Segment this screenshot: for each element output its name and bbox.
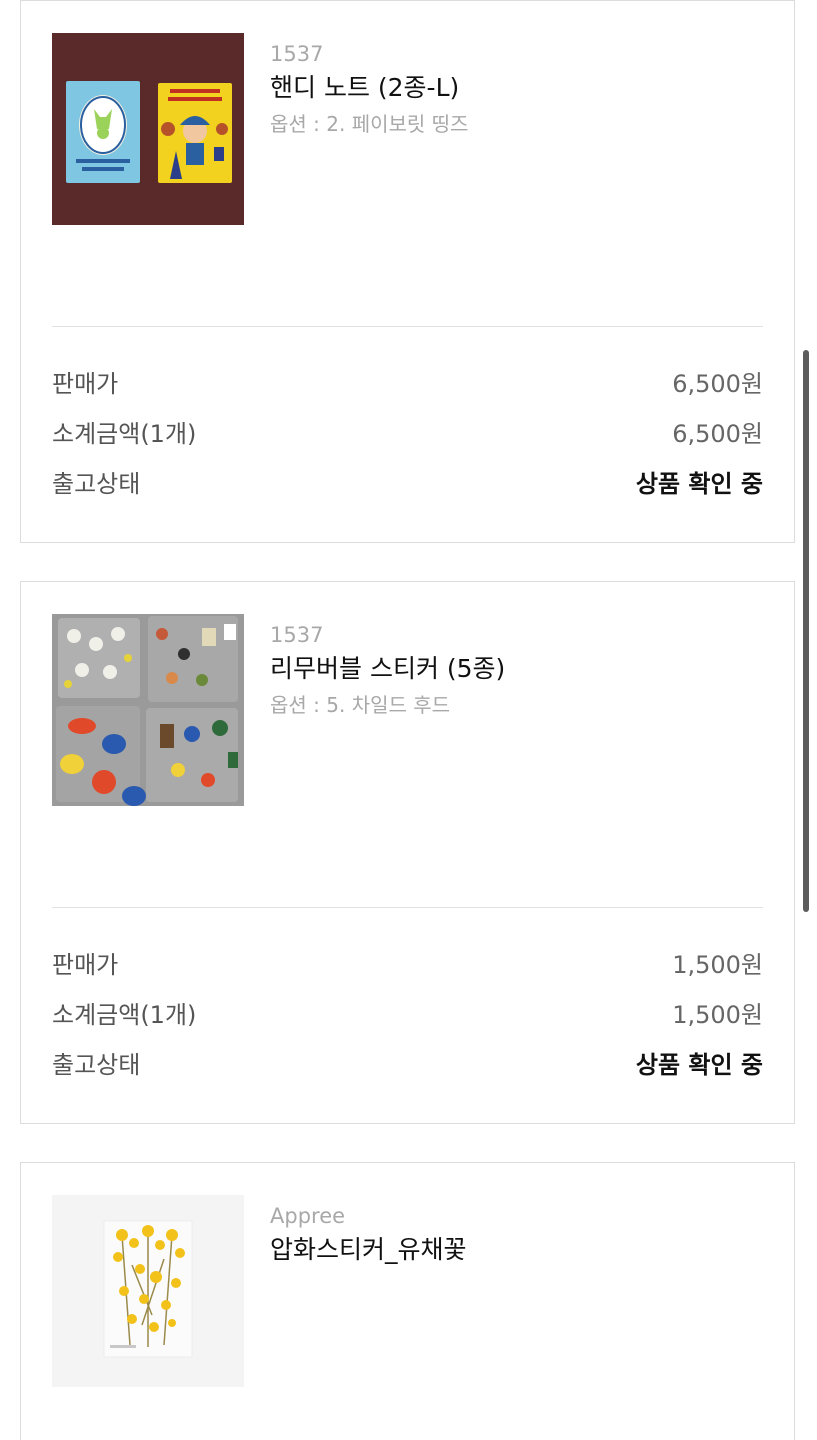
sale-price-label: 판매가 — [52, 369, 119, 398]
sale-price-label: 판매가 — [52, 950, 119, 979]
product-info: 1537 리무버블 스티커 (5종) 옵션 : 5. 차일드 후드 — [270, 620, 774, 720]
sale-price-row: 판매가 6,500원 — [52, 356, 763, 406]
shipping-status-value: 상품 확인 중 — [635, 1050, 763, 1079]
brand-name[interactable]: Appree — [270, 1201, 774, 1231]
sale-price-value: 1,500원 — [672, 950, 763, 979]
order-item-list: 1537 핸디 노트 (2종-L) 옵션 : 2. 페이보릿 띵즈 판매가 6,… — [0, 0, 817, 1440]
price-summary: 판매가 6,500원 소계금액(1개) 6,500원 출고상태 상품 확인 중 — [52, 356, 763, 506]
subtotal-label: 소계금액(1개) — [52, 1000, 197, 1029]
shipping-status-value: 상품 확인 중 — [635, 469, 763, 498]
sticker-sheet-image — [52, 614, 244, 806]
brand-name[interactable]: 1537 — [270, 39, 774, 69]
product-option: 옵션 : 2. 페이보릿 띵즈 — [270, 112, 469, 136]
subtotal-value: 6,500원 — [672, 419, 763, 448]
shipping-status-row: 출고상태 상품 확인 중 — [52, 1037, 763, 1087]
product-thumbnail[interactable] — [52, 1195, 244, 1387]
shipping-status-row: 출고상태 상품 확인 중 — [52, 456, 763, 506]
product-name[interactable]: 압화스티커_유채꽃 — [270, 1231, 774, 1269]
handy-note-image — [52, 33, 244, 225]
product-thumbnail[interactable] — [52, 614, 244, 806]
product-name[interactable]: 핸디 노트 (2종-L) — [270, 69, 774, 107]
order-item-card: Appree 압화스티커_유채꽃 — [20, 1162, 795, 1440]
vertical-scrollbar[interactable] — [803, 350, 809, 912]
divider — [52, 326, 763, 327]
product-name[interactable]: 리무버블 스티커 (5종) — [270, 650, 774, 688]
shipping-status-label: 출고상태 — [52, 469, 141, 498]
sale-price-value: 6,500원 — [672, 369, 763, 398]
subtotal-row: 소계금액(1개) 1,500원 — [52, 987, 763, 1037]
subtotal-label: 소계금액(1개) — [52, 419, 197, 448]
sale-price-row: 판매가 1,500원 — [52, 937, 763, 987]
product-info: Appree 압화스티커_유채꽃 — [270, 1201, 774, 1269]
brand-name[interactable]: 1537 — [270, 620, 774, 650]
order-item-card: 1537 리무버블 스티커 (5종) 옵션 : 5. 차일드 후드 판매가 1,… — [20, 581, 795, 1124]
product-info: 1537 핸디 노트 (2종-L) 옵션 : 2. 페이보릿 띵즈 — [270, 39, 774, 139]
divider — [52, 907, 763, 908]
order-item-card: 1537 핸디 노트 (2종-L) 옵션 : 2. 페이보릿 띵즈 판매가 6,… — [20, 0, 795, 543]
product-thumbnail[interactable] — [52, 33, 244, 225]
subtotal-row: 소계금액(1개) 6,500원 — [52, 406, 763, 456]
product-option: 옵션 : 5. 차일드 후드 — [270, 693, 451, 717]
shipping-status-label: 출고상태 — [52, 1050, 141, 1079]
pressed-flower-sticker-image — [52, 1195, 244, 1387]
subtotal-value: 1,500원 — [672, 1000, 763, 1029]
price-summary: 판매가 1,500원 소계금액(1개) 1,500원 출고상태 상품 확인 중 — [52, 937, 763, 1087]
